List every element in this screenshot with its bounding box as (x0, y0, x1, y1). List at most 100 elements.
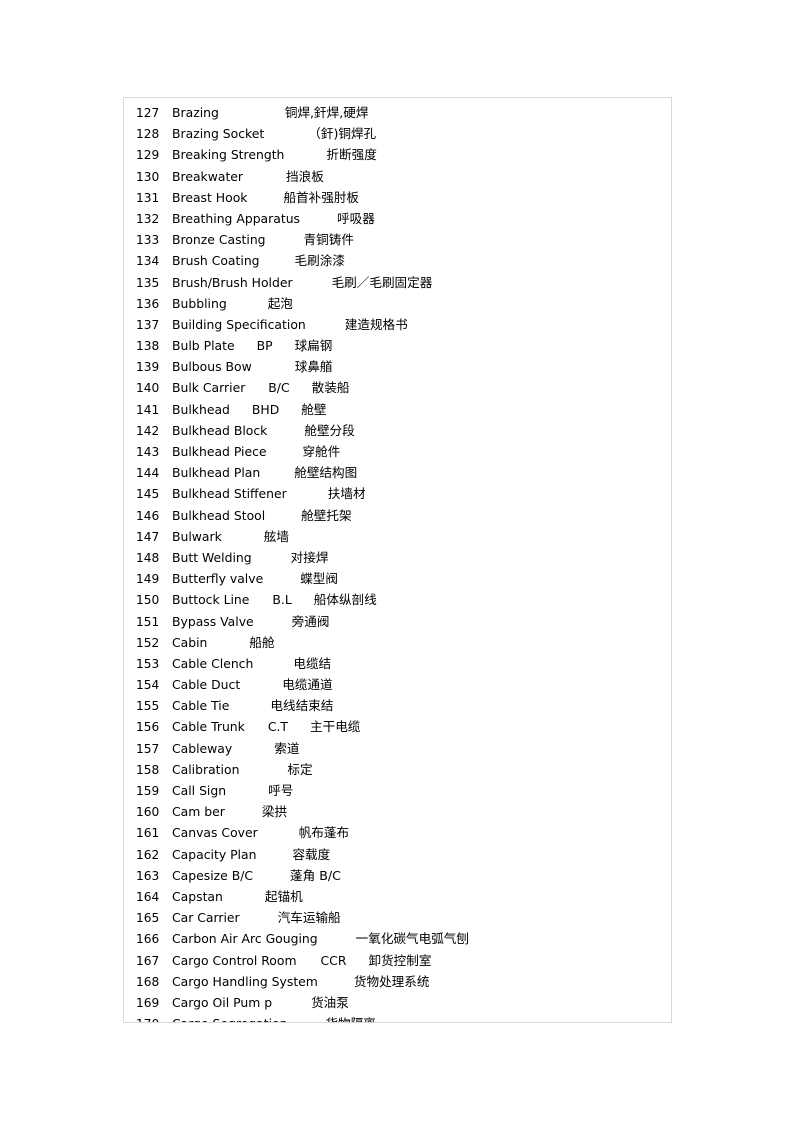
abbreviation: CCR (320, 952, 347, 968)
chinese-translation: 球扁钢 (294, 338, 333, 354)
entry-number: 133 (136, 233, 160, 248)
entry-number: 138 (136, 339, 160, 354)
english-term: Capesize B/C (172, 867, 254, 883)
glossary-row: 133 Bronze Casting 青铜铸件 (124, 229, 671, 250)
chinese-translation: 索道 (274, 740, 300, 756)
glossary-row-list: 127 Brazing 铜焊,釬焊,硬焊 128 Brazing Socket （釬)铜焊… (124, 102, 671, 1022)
english-term: Call Sign (172, 783, 227, 798)
entry-number: 155 (136, 699, 160, 714)
glossary-row: 145 Bulkhead Stiffener 扶墙材 (124, 483, 671, 504)
entry-number: 166 (136, 932, 160, 947)
english-term: Breakwater (172, 168, 244, 184)
english-term: Building Specification (172, 316, 306, 332)
chinese-translation: 一氧化碳气电弧气刨 (355, 931, 469, 947)
abbreviation: BHD (251, 401, 280, 417)
chinese-translation: 起锚机 (264, 888, 303, 904)
entry-number: 161 (136, 826, 160, 841)
glossary-row: 159 Call Sign 呼号 (124, 780, 671, 801)
english-term: Brush/Brush Holder (172, 274, 293, 290)
entry-number: 157 (136, 741, 160, 756)
chinese-translation: 扶墙材 (327, 486, 366, 502)
entry-number: 160 (136, 805, 160, 820)
entry-number: 128 (136, 127, 160, 142)
chinese-translation: 船首补强肘板 (283, 189, 360, 205)
english-term: Breast Hook (172, 189, 248, 205)
english-term: Bulkhead Block (172, 422, 268, 438)
glossary-row: 147 Bulwark 舷墙 (124, 526, 671, 547)
english-term: Brush Coating (172, 253, 260, 269)
entry-number: 140 (136, 381, 160, 396)
abbreviation: B/C (268, 380, 290, 396)
glossary-row: 155 Cable Tie 电线结束结 (124, 695, 671, 716)
chinese-translation: 穿舱件 (302, 444, 341, 459)
entry-number: 145 (136, 487, 160, 502)
entry-number: 129 (136, 148, 160, 163)
glossary-row: 150 Buttock Line B.L 船体纵剖线 (124, 589, 671, 610)
english-term: Cargo Handling System (172, 973, 318, 989)
abbreviation: C.T (267, 719, 289, 735)
chinese-translation: 散装船 (311, 380, 350, 396)
english-term: Bronze Casting (172, 232, 266, 248)
chinese-translation: 舱壁 (301, 401, 327, 417)
glossary-row: 161 Canvas Cover 帆布蓬布 (124, 822, 671, 843)
glossary-row: 152 Cabin 船舱 (124, 632, 671, 653)
chinese-translation: 电缆结 (293, 655, 332, 671)
glossary-row: 162 Capacity Plan 容载度 (124, 844, 671, 865)
abbreviation: B.L (272, 592, 292, 608)
glossary-row: 156 Cable Trunk C.T 主干电缆 (124, 716, 671, 737)
glossary-row: 167 Cargo Control Room CCR 卸货控制室 (124, 950, 671, 971)
chinese-translation: 船体纵剖线 (313, 592, 377, 608)
entry-number: 159 (136, 784, 160, 798)
english-term: Capstan (172, 888, 223, 904)
entry-number: 163 (136, 868, 160, 883)
english-term: Cargo Control Room (172, 952, 297, 968)
chinese-translation: 货物处理系统 (353, 973, 430, 989)
entry-number: 135 (136, 275, 160, 290)
english-term: Cable Duct (172, 677, 241, 693)
glossary-row: 142 Bulkhead Block 舱壁分段 (124, 420, 671, 441)
entry-number: 139 (136, 360, 160, 375)
english-term: Carbon Air Arc Gouging (172, 931, 318, 947)
chinese-translation: 舱壁托架 (301, 507, 352, 523)
glossary-row: 130 Breakwater 挡浪板 (124, 166, 671, 187)
chinese-translation: 舱壁分段 (304, 422, 355, 438)
english-term: Cable Tie (172, 698, 230, 714)
entry-number: 164 (136, 889, 160, 904)
glossary-row: 129 Breaking Strength 折断强度 (124, 144, 671, 165)
chinese-translation: 帆布蓬布 (298, 825, 350, 841)
glossary-row: 158 Calibration 标定 (124, 759, 671, 780)
english-term: Cable Trunk (172, 719, 245, 735)
chinese-translation: 梁拱 (261, 804, 288, 820)
glossary-row: 134 Brush Coating 毛刷涂漆 (124, 250, 671, 271)
entry-number: 144 (136, 466, 160, 481)
entry-number: 137 (136, 317, 160, 332)
entry-number: 146 (136, 508, 160, 523)
glossary-row: 148 Butt Welding 对接焊 (124, 547, 671, 568)
entry-number: 148 (136, 550, 160, 565)
english-term: Cableway (172, 740, 233, 756)
glossary-row: 131 Breast Hook 船首补强肘板 (124, 187, 671, 208)
chinese-translation: 蝶型阀 (300, 571, 338, 587)
entry-number: 132 (136, 211, 160, 226)
glossary-row: 132 Breathing Apparatus 呼吸器 (124, 208, 671, 229)
entry-number: 147 (136, 529, 160, 544)
glossary-row: 138 Bulb Plate BP 球扁钢 (124, 335, 671, 356)
chinese-translation: 货物隔离 (326, 1016, 376, 1022)
glossary-row: 154 Cable Duct 电缆通道 (124, 674, 671, 695)
glossary-row: 146 Bulkhead Stool 舱壁托架 (124, 505, 671, 526)
english-term: Calibration (172, 761, 240, 777)
entry-number: 162 (136, 847, 160, 862)
glossary-row: 160 Cam ber 梁拱 (124, 801, 671, 822)
english-term: Bulkhead Stool (172, 507, 266, 523)
chinese-translation: 电缆通道 (282, 677, 333, 693)
english-term: Cabin (172, 634, 208, 650)
entry-number: 153 (136, 656, 160, 671)
english-term: Buttock Line (172, 592, 250, 608)
glossary-row: 144 Bulkhead Plan 舱壁结构图 (124, 462, 671, 483)
entry-number: 170 (136, 1014, 172, 1022)
english-term: Cargo Oil Pum p (172, 994, 273, 1010)
chinese-translation: 容载度 (292, 846, 331, 862)
english-term: Butt Welding (172, 549, 252, 565)
chinese-translation: 卸货控制室 (368, 952, 432, 968)
glossary-table-container: 127 Brazing 铜焊,釬焊,硬焊 128 Brazing Socket （釬)铜焊… (123, 97, 672, 1023)
